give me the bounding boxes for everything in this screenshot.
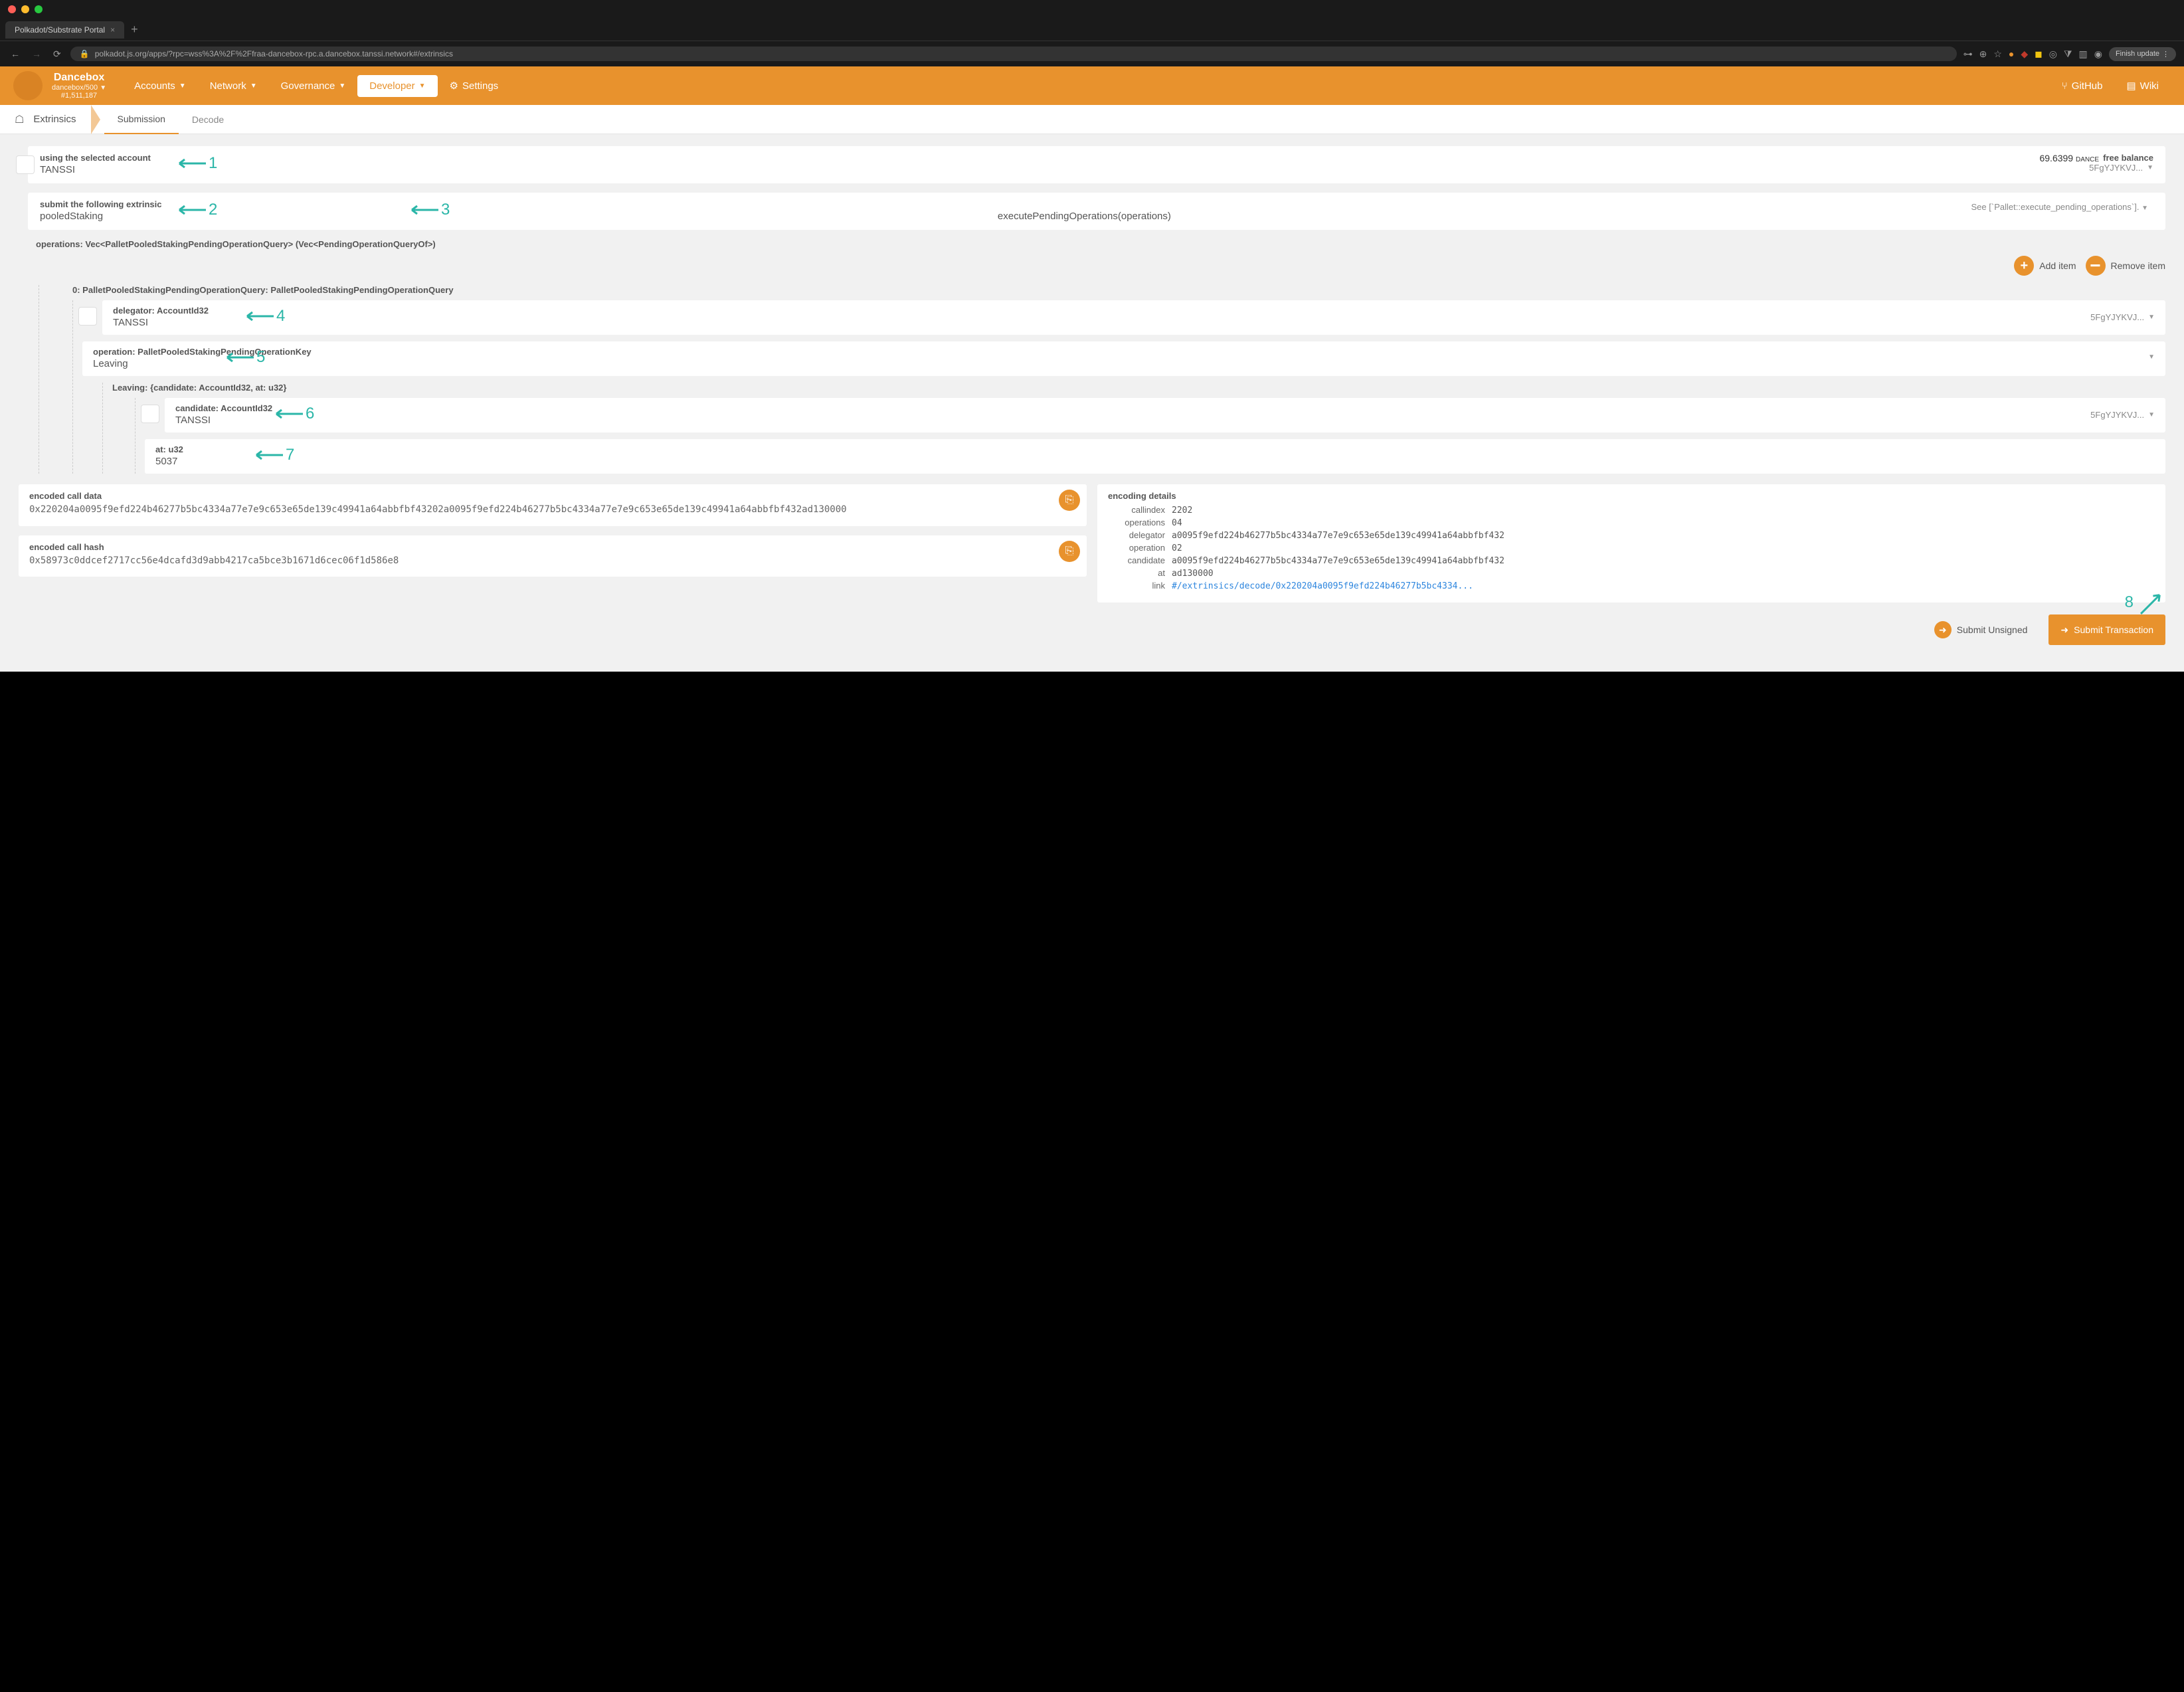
url-text: polkadot.js.org/apps/?rpc=wss%3A%2F%2Ffr…: [95, 49, 453, 58]
nav-github[interactable]: ⑂GitHub: [2050, 80, 2115, 92]
signin-icon: ➜: [1934, 621, 1952, 638]
reload-icon[interactable]: ⟳: [50, 47, 64, 61]
puzzle-icon[interactable]: ⧩: [2064, 48, 2072, 60]
copy-icon: ⎘: [1065, 545, 1074, 557]
ext-icon[interactable]: ◼: [2035, 48, 2043, 60]
ext-icon[interactable]: ●: [2009, 48, 2014, 59]
ext-icon[interactable]: ◆: [2021, 48, 2028, 60]
nav-settings[interactable]: ⚙Settings: [438, 80, 511, 92]
nav-wiki[interactable]: ▤Wiki: [2114, 80, 2171, 92]
encoded-call-data: 0x220204a0095f9efd224b46277b5bc4334a77e7…: [29, 504, 1076, 517]
chevron-down-icon: ▼: [2148, 353, 2155, 361]
minus-icon: −: [2086, 256, 2106, 276]
chain-logo-icon[interactable]: [13, 71, 43, 100]
encoding-details-card: encoding details callindex2202 operation…: [1097, 484, 2165, 603]
chevron-down-icon: ▼: [250, 82, 257, 90]
new-tab-button[interactable]: +: [131, 23, 138, 37]
nav-network[interactable]: Network▼: [198, 80, 269, 92]
plus-icon: +: [2014, 256, 2034, 276]
key-icon[interactable]: ⊶: [1963, 48, 1973, 60]
window-controls: [0, 0, 2184, 19]
chevron-down-icon: ▼: [100, 84, 106, 92]
close-window-icon[interactable]: [8, 5, 16, 13]
extrinsic-selector-card: submit the following extrinsic pooledSta…: [28, 193, 2165, 230]
signin-icon: ➜: [2060, 624, 2068, 636]
pallet-selector[interactable]: submit the following extrinsic pooledSta…: [40, 199, 991, 222]
copy-icon: ⎘: [1065, 494, 1074, 506]
balance-value: 69.6399 DANCE: [2039, 153, 2099, 163]
copy-call-data-button[interactable]: ⎘: [1059, 490, 1080, 511]
nav-accounts[interactable]: Accounts▼: [122, 80, 198, 92]
remove-item-button[interactable]: −Remove item: [2086, 256, 2165, 276]
account-value: TANSSI: [40, 164, 2153, 175]
param-section-title: operations: Vec<PalletPooledStakingPendi…: [36, 239, 2165, 249]
sub-nav: ☖ Extrinsics Submission Decode: [0, 105, 2184, 134]
chevron-down-icon: ▼: [2147, 164, 2153, 171]
operation-field[interactable]: operation: PalletPooledStakingPendingOpe…: [82, 341, 2165, 376]
encoded-call-hash: 0x58973c0ddcef2717cc56e4dcafd3d9abb4217c…: [29, 555, 1076, 568]
submit-unsigned-button[interactable]: ➜Submit Unsigned: [1922, 614, 2040, 645]
tab-title: Polkadot/Substrate Portal: [15, 25, 105, 35]
gear-icon: ⚙: [450, 80, 458, 92]
back-icon[interactable]: ←: [8, 47, 23, 60]
minimize-window-icon[interactable]: [21, 5, 29, 13]
zoom-icon[interactable]: ⊕: [1979, 48, 1987, 60]
identicon-icon: [16, 155, 35, 174]
chevron-down-icon[interactable]: ▼: [2141, 205, 2148, 212]
browser-tab-bar: Polkadot/Substrate Portal × +: [0, 19, 2184, 41]
star-icon[interactable]: ☆: [1993, 48, 2002, 60]
candidate-field[interactable]: candidate: AccountId32 TANSSI 5FgYJYKVJ.…: [165, 398, 2165, 432]
add-item-button[interactable]: +Add item: [2014, 256, 2076, 276]
profile-icon[interactable]: ◉: [2094, 48, 2102, 60]
vec-actions: +Add item −Remove item: [19, 256, 2165, 276]
app-top-nav: Dancebox dancebox/500 ▼ #1,511,187 Accou…: [0, 66, 2184, 105]
account-label: using the selected account: [40, 153, 2153, 163]
encoded-call-hash-card: encoded call hash 0x58973c0ddcef2717cc56…: [19, 535, 1087, 577]
chevron-down-icon: ▼: [2148, 411, 2155, 419]
forward-icon[interactable]: →: [29, 47, 44, 60]
chevron-down-icon: ▼: [2148, 314, 2155, 321]
delegator-field[interactable]: delegator: AccountId32 TANSSI 5FgYJYKVJ.…: [102, 300, 2165, 335]
url-field[interactable]: 🔒 polkadot.js.org/apps/?rpc=wss%3A%2F%2F…: [70, 47, 1957, 61]
account-selector-card[interactable]: using the selected account TANSSI free b…: [28, 146, 2165, 183]
browser-tab[interactable]: Polkadot/Substrate Portal ×: [5, 21, 124, 39]
decode-link[interactable]: #/extrinsics/decode/0x220204a0095f9efd22…: [1172, 581, 2155, 591]
branch-icon: ⑂: [2062, 80, 2068, 92]
finish-update-button[interactable]: Finish update⋮: [2109, 47, 2176, 61]
page-content: using the selected account TANSSI free b…: [0, 134, 2184, 672]
chevron-down-icon: ▼: [179, 82, 186, 90]
close-tab-icon[interactable]: ×: [110, 25, 115, 35]
nav-governance[interactable]: Governance▼: [269, 80, 358, 92]
at-field[interactable]: at: u32 5037 7: [145, 439, 2165, 474]
nav-developer[interactable]: Developer▼: [357, 75, 437, 97]
lock-icon: 🔒: [80, 49, 90, 58]
maximize-window-icon[interactable]: [35, 5, 43, 13]
submit-row: ➜Submit Unsigned ➜Submit Transaction 8: [19, 614, 2165, 645]
copy-call-hash-button[interactable]: ⎘: [1059, 541, 1080, 562]
item-header: 0: PalletPooledStakingPendingOperationQu…: [72, 285, 2165, 295]
ext-icon[interactable]: ◎: [2049, 48, 2057, 60]
encoded-call-data-card: encoded call data 0x220204a0095f9efd224b…: [19, 484, 1087, 526]
separator-icon: [91, 105, 104, 134]
chevron-down-icon: ▼: [339, 82, 345, 90]
tab-submission[interactable]: Submission: [104, 105, 179, 134]
identicon-icon: [78, 307, 97, 329]
leaving-struct-label: Leaving: {candidate: AccountId32, at: u3…: [112, 383, 2165, 393]
chevron-down-icon: ▼: [419, 82, 426, 90]
identicon-icon: [141, 405, 159, 426]
call-doc-link: See [`Pallet::execute_pending_operations…: [1971, 202, 2148, 212]
submit-transaction-button[interactable]: ➜Submit Transaction: [2048, 614, 2165, 645]
browser-url-bar: ← → ⟳ 🔒 polkadot.js.org/apps/?rpc=wss%3A…: [0, 41, 2184, 66]
chain-selector[interactable]: Dancebox dancebox/500 ▼ #1,511,187: [52, 72, 106, 100]
page-title: Extrinsics: [33, 114, 90, 125]
sidepanel-icon[interactable]: ▥: [2079, 48, 2088, 60]
extrinsics-icon: ☖: [0, 113, 33, 126]
tab-decode[interactable]: Decode: [179, 105, 237, 134]
book-icon: ▤: [2126, 80, 2136, 92]
